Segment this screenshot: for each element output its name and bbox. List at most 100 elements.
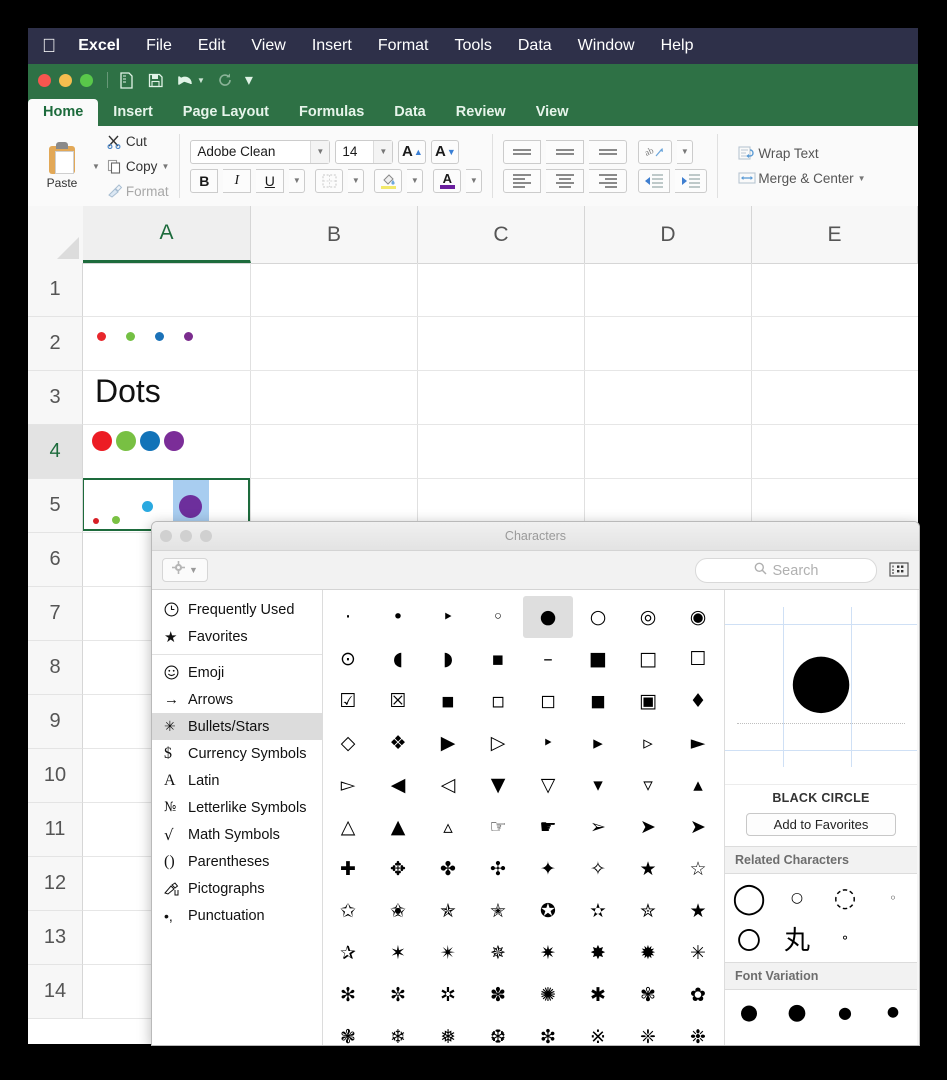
column-header-e[interactable]: E xyxy=(752,206,918,263)
bold-button[interactable]: B xyxy=(190,168,219,193)
character-cell[interactable]: ✥ xyxy=(373,848,423,890)
character-cell[interactable]: ☑ xyxy=(323,680,373,722)
character-cell[interactable]: ✶ xyxy=(373,932,423,974)
undo-icon[interactable]: ▼ xyxy=(176,73,205,88)
character-cell[interactable]: ✤ xyxy=(423,848,473,890)
sidebar-item-currency-symbols[interactable]: $ Currency Symbols xyxy=(152,740,322,767)
character-cell[interactable]: ✭ xyxy=(473,890,523,932)
underline-button[interactable]: U xyxy=(256,168,285,193)
sidebar-item-favorites[interactable]: ★ Favorites xyxy=(152,623,322,650)
character-cell[interactable]: ➢ xyxy=(573,806,623,848)
row-header-8[interactable]: 8 xyxy=(28,641,83,695)
align-center-button[interactable] xyxy=(546,168,585,193)
row-header-5[interactable]: 5 xyxy=(28,479,83,533)
merge-center-dropdown-caret[interactable]: ▼ xyxy=(858,174,866,183)
chevron-down-icon[interactable]: ▼ xyxy=(189,565,198,575)
align-bottom-button[interactable] xyxy=(589,139,628,164)
sidebar-item-latin[interactable]: A Latin xyxy=(152,767,322,794)
row-header-4[interactable]: 4 xyxy=(28,425,83,479)
font-variation-cell[interactable]: ● xyxy=(773,994,821,1030)
borders-dropdown-caret[interactable]: ▼ xyxy=(348,168,365,193)
character-cell[interactable]: ❖ xyxy=(373,722,423,764)
menu-item-window[interactable]: Window xyxy=(578,37,635,55)
character-cell[interactable]: ✬ xyxy=(373,890,423,932)
wrap-text-button[interactable]: Wrap Text xyxy=(736,146,865,161)
row-header-6[interactable]: 6 xyxy=(28,533,83,587)
character-cell[interactable]: ■ xyxy=(573,638,623,680)
character-cell[interactable]: ✷ xyxy=(523,932,573,974)
character-cell[interactable]: ► xyxy=(673,722,723,764)
character-cell[interactable]: ✴ xyxy=(423,932,473,974)
related-character-cell[interactable]: ◯ xyxy=(725,878,773,918)
character-cell[interactable]: ❉ xyxy=(673,1016,723,1045)
row-header-10[interactable]: 10 xyxy=(28,749,83,803)
settings-menu-button[interactable]: ▼ xyxy=(162,558,208,582)
sidebar-item-frequently-used[interactable]: Frequently Used xyxy=(152,596,322,623)
character-cell[interactable]: ☆ xyxy=(673,848,723,890)
character-cell[interactable]: ★ xyxy=(673,890,723,932)
increase-font-size-button[interactable]: A ▲ xyxy=(398,139,427,164)
character-cell[interactable]: ❈ xyxy=(623,1016,673,1045)
character-cell[interactable]: ‣ xyxy=(423,596,473,638)
character-cell[interactable]: ★ xyxy=(623,848,673,890)
character-cell[interactable]: ✣ xyxy=(473,848,523,890)
character-cell[interactable]: • xyxy=(373,596,423,638)
character-cell[interactable]: ▸ xyxy=(573,722,623,764)
character-cell[interactable]: ◾ xyxy=(423,680,473,722)
character-cell[interactable]: ➤ xyxy=(623,806,673,848)
character-cell[interactable]: ◽ xyxy=(473,680,523,722)
related-characters-grid[interactable]: ◯ ○ ◌ ◦ 〇丸 ⚬ xyxy=(725,874,917,962)
character-cell[interactable]: ❆ xyxy=(473,1016,523,1045)
character-cell[interactable]: ✩ xyxy=(323,890,373,932)
character-cell[interactable]: ✮ xyxy=(623,890,673,932)
zoom-button[interactable] xyxy=(80,73,93,87)
row-header-12[interactable]: 12 xyxy=(28,857,83,911)
row-header-3[interactable]: 3 xyxy=(28,371,83,425)
orientation-dropdown-caret[interactable]: ▼ xyxy=(677,139,694,164)
menu-item-tools[interactable]: Tools xyxy=(455,37,492,55)
column-header-d[interactable]: D xyxy=(585,206,752,263)
copy-dropdown-caret[interactable]: ▼ xyxy=(161,162,169,171)
row-header-9[interactable]: 9 xyxy=(28,695,83,749)
character-cell[interactable]: ✱ xyxy=(573,974,623,1016)
font-variation-cell[interactable]: ● xyxy=(821,994,869,1030)
character-cell[interactable]: ✫ xyxy=(573,890,623,932)
character-cell[interactable]: △ xyxy=(323,806,373,848)
copy-button[interactable]: Copy ▼ xyxy=(104,155,169,177)
search-input[interactable]: Search xyxy=(695,558,877,583)
character-cell[interactable]: · xyxy=(323,596,373,638)
redo-icon[interactable] xyxy=(217,72,233,88)
column-header-a[interactable]: A xyxy=(83,206,251,263)
sidebar-item-emoji[interactable]: Emoji xyxy=(152,659,322,686)
new-document-icon[interactable] xyxy=(118,71,135,89)
related-character-cell[interactable]: 丸 xyxy=(773,918,821,958)
borders-button[interactable] xyxy=(315,168,344,193)
sidebar-item-bullets-stars[interactable]: ✳ Bullets/Stars xyxy=(152,713,322,740)
align-top-button[interactable] xyxy=(503,139,542,164)
character-cell[interactable]: ✺ xyxy=(523,974,573,1016)
character-cell[interactable]: ☒ xyxy=(373,680,423,722)
character-cell[interactable]: ● xyxy=(523,596,573,638)
character-cell[interactable]: ▪ xyxy=(473,638,523,680)
character-cell[interactable]: ✵ xyxy=(473,932,523,974)
column-header-c[interactable]: C xyxy=(418,206,585,263)
character-cell[interactable]: ☞ xyxy=(473,806,523,848)
tab-insert[interactable]: Insert xyxy=(98,99,168,126)
select-all-corner[interactable] xyxy=(28,206,84,264)
font-variation-cell[interactable]: ● xyxy=(725,994,773,1030)
character-cell[interactable]: ▴ xyxy=(673,764,723,806)
menu-item-file[interactable]: File xyxy=(146,37,172,55)
sidebar-item-letterlike-symbols[interactable]: № Letterlike Symbols xyxy=(152,794,322,821)
underline-dropdown-caret[interactable]: ▼ xyxy=(289,168,306,193)
character-cell[interactable]: ✼ xyxy=(373,974,423,1016)
character-cell[interactable]: ❄ xyxy=(373,1016,423,1045)
character-cell[interactable]: ○ xyxy=(573,596,623,638)
character-cell[interactable]: ✚ xyxy=(323,848,373,890)
tab-formulas[interactable]: Formulas xyxy=(284,99,379,126)
related-character-cell[interactable]: ⚬ xyxy=(821,918,869,958)
chevron-down-icon[interactable]: ▼ xyxy=(373,140,393,163)
tab-review[interactable]: Review xyxy=(441,99,521,126)
character-cell[interactable]: ❇ xyxy=(523,1016,573,1045)
related-character-cell[interactable]: 〇 xyxy=(725,918,773,958)
character-cell[interactable]: ❃ xyxy=(323,1016,373,1045)
